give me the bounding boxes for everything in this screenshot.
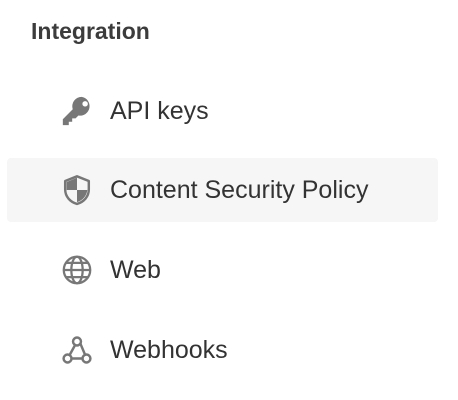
nav-item-label: Content Security Policy: [110, 176, 369, 204]
nav-item-web[interactable]: Web: [7, 238, 438, 302]
nav-item-webhooks[interactable]: Webhooks: [7, 318, 438, 382]
nav-item-label: API keys: [110, 97, 209, 125]
integration-nav-section: Integration API keys Content Security Po…: [0, 0, 458, 400]
shield-icon: [59, 172, 95, 208]
key-icon: [59, 93, 95, 129]
nav-item-label: Webhooks: [110, 336, 228, 364]
nav-item-content-security-policy[interactable]: Content Security Policy: [7, 158, 438, 222]
globe-icon: [59, 252, 95, 288]
section-heading: Integration: [31, 18, 150, 44]
nav-item-api-keys[interactable]: API keys: [7, 79, 438, 143]
nav-item-label: Web: [110, 256, 161, 284]
webhook-icon: [59, 332, 95, 368]
